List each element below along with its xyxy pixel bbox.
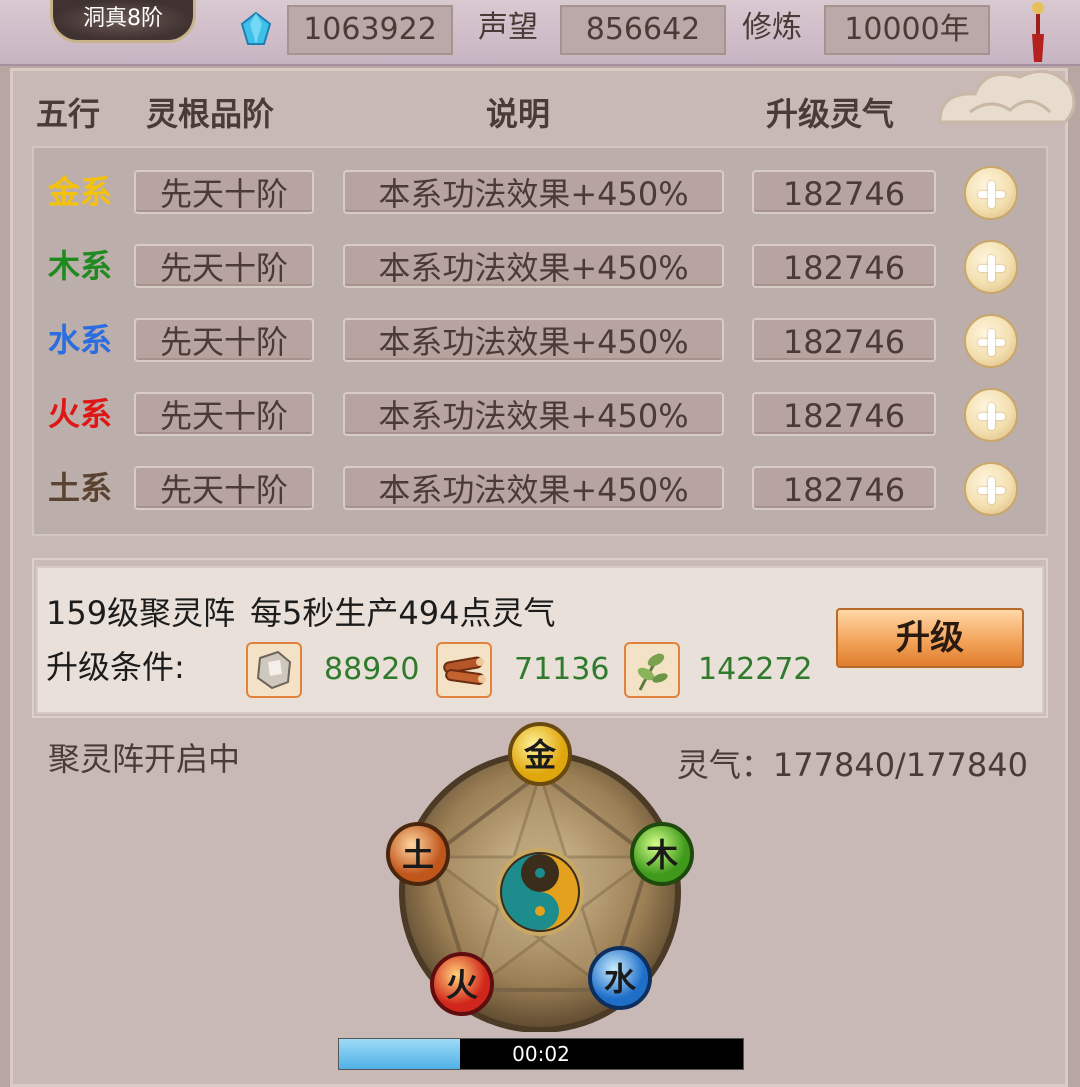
row-cost: 182746 bbox=[752, 392, 936, 436]
upgrade-condition-label: 升级条件: bbox=[46, 648, 185, 686]
row-grade: 先天十阶 bbox=[134, 244, 314, 288]
svg-text:水: 水 bbox=[604, 960, 637, 998]
row-grade: 先天十阶 bbox=[134, 170, 314, 214]
gem-count: 1063922 bbox=[287, 5, 453, 55]
row-cost: 182746 bbox=[752, 318, 936, 362]
rank-badge: 洞真8阶 bbox=[50, 0, 196, 43]
svg-text:土: 土 bbox=[402, 836, 434, 874]
formation-production: 每5秒生产494点灵气 bbox=[250, 594, 556, 632]
header-element: 五行 bbox=[36, 95, 101, 133]
formation-level: 159级聚灵阵 bbox=[46, 594, 236, 632]
row-cost: 182746 bbox=[752, 466, 936, 510]
row-element-label: 木系 bbox=[48, 247, 113, 285]
row-element-label: 水系 bbox=[48, 321, 113, 359]
upgrade-plus-button[interactable] bbox=[964, 314, 1018, 368]
five-elements-wheel: 金 木 水 火 土 bbox=[386, 722, 694, 1032]
crystal-icon bbox=[240, 12, 272, 45]
fire-element-icon: 火 bbox=[430, 952, 494, 1016]
upgrade-plus-button[interactable] bbox=[964, 388, 1018, 442]
header-cost: 升级灵气 bbox=[766, 95, 895, 133]
stone-icon bbox=[246, 642, 302, 698]
cultivation-value: 10000年 bbox=[824, 5, 990, 55]
row-desc: 本系功法效果+450% bbox=[343, 318, 724, 362]
wood-element-icon: 木 bbox=[630, 822, 694, 886]
upgrade-plus-button[interactable] bbox=[964, 166, 1018, 220]
row-desc: 本系功法效果+450% bbox=[343, 170, 724, 214]
row-desc: 本系功法效果+450% bbox=[343, 466, 724, 510]
herb-icon bbox=[624, 642, 680, 698]
svg-text:火: 火 bbox=[446, 966, 478, 1004]
prestige-label: 声望 bbox=[478, 10, 538, 45]
row-grade: 先天十阶 bbox=[134, 318, 314, 362]
row-element-label: 金系 bbox=[48, 173, 113, 211]
gold-element-icon: 金 bbox=[508, 722, 572, 786]
progress-timer: 00:02 bbox=[512, 1042, 570, 1066]
formation-status: 聚灵阵开启中 bbox=[48, 740, 241, 778]
qi-counter: 灵气：177840/177840 bbox=[676, 746, 1028, 784]
upgrade-plus-button[interactable] bbox=[964, 240, 1018, 294]
wood-icon bbox=[436, 642, 492, 698]
row-grade: 先天十阶 bbox=[134, 392, 314, 436]
stone-cost: 88920 bbox=[324, 652, 420, 687]
header-desc: 说明 bbox=[486, 95, 551, 133]
row-element-label: 土系 bbox=[48, 469, 113, 507]
row-element-label: 火系 bbox=[48, 395, 113, 433]
prestige-value: 856642 bbox=[560, 5, 726, 55]
upgrade-plus-button[interactable] bbox=[964, 462, 1018, 516]
herb-cost: 142272 bbox=[698, 652, 813, 687]
cloud-ornament bbox=[938, 69, 1076, 124]
row-cost: 182746 bbox=[752, 170, 936, 214]
svg-text:金: 金 bbox=[523, 736, 557, 774]
wood-cost: 71136 bbox=[514, 652, 610, 687]
row-desc: 本系功法效果+450% bbox=[343, 244, 724, 288]
earth-element-icon: 土 bbox=[386, 822, 450, 886]
row-cost: 182746 bbox=[752, 244, 936, 288]
formation-progress-bar: 00:02 bbox=[338, 1038, 744, 1070]
svg-text:木: 木 bbox=[645, 836, 678, 874]
tassel-ornament bbox=[1032, 2, 1044, 62]
upgrade-formation-button[interactable]: 升级 bbox=[836, 608, 1024, 668]
cultivation-label: 修炼 bbox=[742, 10, 802, 45]
water-element-icon: 水 bbox=[588, 946, 652, 1010]
row-grade: 先天十阶 bbox=[134, 466, 314, 510]
row-desc: 本系功法效果+450% bbox=[343, 392, 724, 436]
header-grade: 灵根品阶 bbox=[146, 95, 275, 133]
